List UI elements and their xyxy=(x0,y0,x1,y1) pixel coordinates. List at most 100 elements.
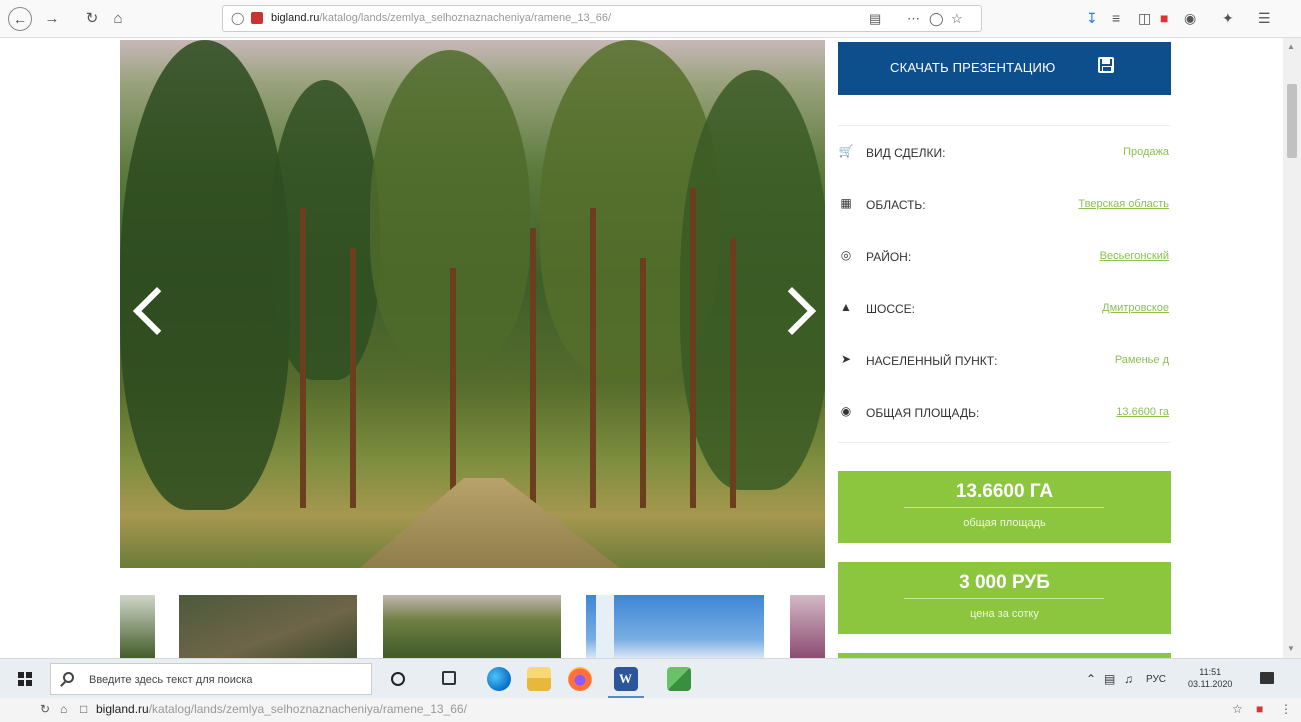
detail-link[interactable]: Дмитровское xyxy=(1102,302,1169,314)
floppy-disk-icon xyxy=(1098,57,1114,73)
bottom-url-path: /katalog/lands/zemlya_selhoznaznacheniya… xyxy=(148,702,467,716)
gallery-thumbnail[interactable] xyxy=(179,595,357,658)
stat-divider xyxy=(904,598,1104,599)
globe-icon: ◉ xyxy=(840,404,852,418)
reload-icon[interactable]: ↻ xyxy=(82,9,102,29)
bookmark-star-icon[interactable]: ☆ xyxy=(1232,702,1243,716)
gallery-next-arrow[interactable] xyxy=(775,280,815,340)
volume-icon[interactable]: ♫ xyxy=(1124,672,1133,686)
library-icon[interactable]: ≡ xyxy=(1112,10,1120,26)
gallery-prev-arrow[interactable] xyxy=(130,280,170,340)
firefox-icon[interactable] xyxy=(568,667,592,691)
property-photo xyxy=(120,40,825,568)
detail-link[interactable]: Весьегонский xyxy=(1100,250,1169,262)
bookmark-star-icon[interactable]: ☆ xyxy=(951,11,963,27)
detail-row-deal-type: 🛒 ВИД СДЕЛКИ: Продажа xyxy=(838,126,1171,180)
gallery-thumbnail[interactable] xyxy=(790,595,825,658)
scroll-down-arrow-icon[interactable]: ▼ xyxy=(1287,644,1295,653)
extension-icon[interactable]: ◉ xyxy=(1184,10,1196,27)
extension-icon[interactable]: ■ xyxy=(1256,702,1263,716)
url-bar[interactable]: ◯ bigland.ru/katalog/lands/zemlya_selhoz… xyxy=(222,5,982,32)
download-presentation-label: СКАЧАТЬ ПРЕЗЕНТАЦИЮ xyxy=(890,60,1056,75)
taskbar-clock[interactable]: 11:51 03.11.2020 xyxy=(1188,666,1232,690)
taskbar-search-placeholder: Введите здесь текст для поиска xyxy=(89,674,253,686)
scroll-up-arrow-icon[interactable]: ▲ xyxy=(1287,42,1295,51)
bottom-url-domain: bigland.ru xyxy=(96,702,149,716)
extension-flag-icon[interactable]: ■ xyxy=(1160,10,1168,26)
price-per-sotka-box: 3 000 РУБ цена за сотку xyxy=(838,562,1171,634)
bottom-browser-bar: ↻ ⌂ □ bigland.ru/katalog/lands/zemlya_se… xyxy=(0,698,1301,722)
pocket-icon[interactable]: ◯ xyxy=(929,11,944,27)
file-explorer-icon[interactable] xyxy=(527,667,551,691)
clock-date: 03.11.2020 xyxy=(1188,679,1233,689)
clock-time: 11:51 xyxy=(1199,667,1222,677)
page-actions-icon[interactable]: ⋯ xyxy=(907,11,920,27)
menu-icon[interactable]: ☰ xyxy=(1258,10,1271,27)
detail-label: НАСЕЛЕННЫЙ ПУНКТ: xyxy=(866,354,998,368)
paint-icon[interactable] xyxy=(667,667,691,691)
language-indicator[interactable]: РУС xyxy=(1146,674,1166,685)
insecure-lock-icon[interactable] xyxy=(251,12,263,24)
property-details: 🛒 ВИД СДЕЛКИ: Продажа ▦ ОБЛАСТЬ: Тверска… xyxy=(838,125,1171,443)
detail-row-highway: ▲ ШОССЕ: Дмитровское xyxy=(838,282,1171,336)
task-view-icon[interactable] xyxy=(442,671,456,685)
browser-toolbar: ← → ↻ ⌂ ◯ bigland.ru/katalog/lands/zemly… xyxy=(0,0,1301,38)
price-caption: цена за сотку xyxy=(970,608,1039,620)
tray-chevron-up-icon[interactable]: ⌃ xyxy=(1086,672,1096,686)
edge-browser-icon[interactable] xyxy=(487,667,511,691)
reload-icon[interactable]: ↻ xyxy=(40,702,50,716)
url-domain: bigland.ru xyxy=(271,12,320,24)
detail-row-total-area: ◉ ОБЩАЯ ПЛОЩАДЬ: 13.6600 га xyxy=(838,386,1171,440)
total-area-caption: общая площадь xyxy=(963,517,1046,529)
detail-value: Продажа xyxy=(1123,146,1169,158)
road-icon: ▲ xyxy=(840,300,852,314)
menu-icon[interactable]: ⋮ xyxy=(1280,702,1292,716)
price-value: 3 000 РУБ xyxy=(959,572,1050,593)
detail-link[interactable]: 13.6600 га xyxy=(1116,406,1169,418)
back-arrow-icon[interactable]: ← xyxy=(8,7,32,31)
detail-label: РАЙОН: xyxy=(866,250,912,264)
scroll-thumb[interactable] xyxy=(1287,84,1297,158)
taskbar-search-box[interactable]: Введите здесь текст для поиска xyxy=(50,663,372,695)
total-area-box: 13.6600 ГА общая площадь xyxy=(838,471,1171,543)
cart-icon: 🛒 xyxy=(838,144,854,158)
detail-label: ОБЩАЯ ПЛОЩАДЬ: xyxy=(866,406,980,420)
network-icon[interactable]: ▤ xyxy=(1104,672,1115,686)
detail-row-region: ▦ ОБЛАСТЬ: Тверская область xyxy=(838,178,1171,232)
url-path: /katalog/lands/zemlya_selhoznaznacheniya… xyxy=(319,12,612,24)
home-icon[interactable]: ⌂ xyxy=(60,702,67,716)
map-icon: ▦ xyxy=(840,196,852,210)
cortana-icon[interactable] xyxy=(391,672,405,686)
detail-link[interactable]: Тверская область xyxy=(1078,198,1169,210)
download-icon[interactable]: ↧ xyxy=(1086,10,1098,27)
word-icon[interactable] xyxy=(614,667,638,691)
page-scrollbar[interactable]: ▲ ▼ xyxy=(1283,38,1301,658)
detail-label: ШОССЕ: xyxy=(866,302,916,316)
tracking-shield-icon[interactable]: ◯ xyxy=(231,11,244,25)
detail-label: ВИД СДЕЛКИ: xyxy=(866,146,946,160)
page-info-icon[interactable]: □ xyxy=(80,702,87,716)
stat-divider xyxy=(904,507,1104,508)
detail-value: Раменье д xyxy=(1114,354,1169,366)
location-arrow-icon: ➤ xyxy=(840,352,852,366)
notification-center-icon[interactable] xyxy=(1260,672,1274,684)
forward-arrow-icon[interactable]: → xyxy=(42,9,62,29)
detail-row-district: ◎ РАЙОН: Весьегонский xyxy=(838,230,1171,284)
sidebar-icon[interactable]: ◫ xyxy=(1138,10,1151,27)
target-icon: ◎ xyxy=(840,248,852,262)
detail-label: ОБЛАСТЬ: xyxy=(866,198,926,212)
gallery-thumbnail[interactable] xyxy=(120,595,155,658)
download-presentation-button[interactable]: СКАЧАТЬ ПРЕЗЕНТАЦИЮ xyxy=(838,42,1171,95)
gallery-thumbnail[interactable] xyxy=(586,595,764,658)
search-icon xyxy=(63,672,74,683)
bottom-url-text[interactable]: bigland.ru/katalog/lands/zemlya_selhozna… xyxy=(96,702,467,716)
url-text[interactable]: bigland.ru/katalog/lands/zemlya_selhozna… xyxy=(271,12,611,24)
total-area-value: 13.6600 ГА xyxy=(955,481,1054,502)
reader-view-icon[interactable]: ▤ xyxy=(869,11,881,27)
detail-row-settlement: ➤ НАСЕЛЕННЫЙ ПУНКТ: Раменье д xyxy=(838,334,1171,388)
puzzle-icon[interactable]: ✦ xyxy=(1222,10,1234,27)
home-icon[interactable]: ⌂ xyxy=(108,9,128,29)
windows-start-icon[interactable] xyxy=(18,672,32,686)
gallery-thumbnail[interactable] xyxy=(383,595,561,658)
windows-taskbar: Введите здесь текст для поиска ⌃ ▤ ♫ РУС… xyxy=(0,658,1301,699)
